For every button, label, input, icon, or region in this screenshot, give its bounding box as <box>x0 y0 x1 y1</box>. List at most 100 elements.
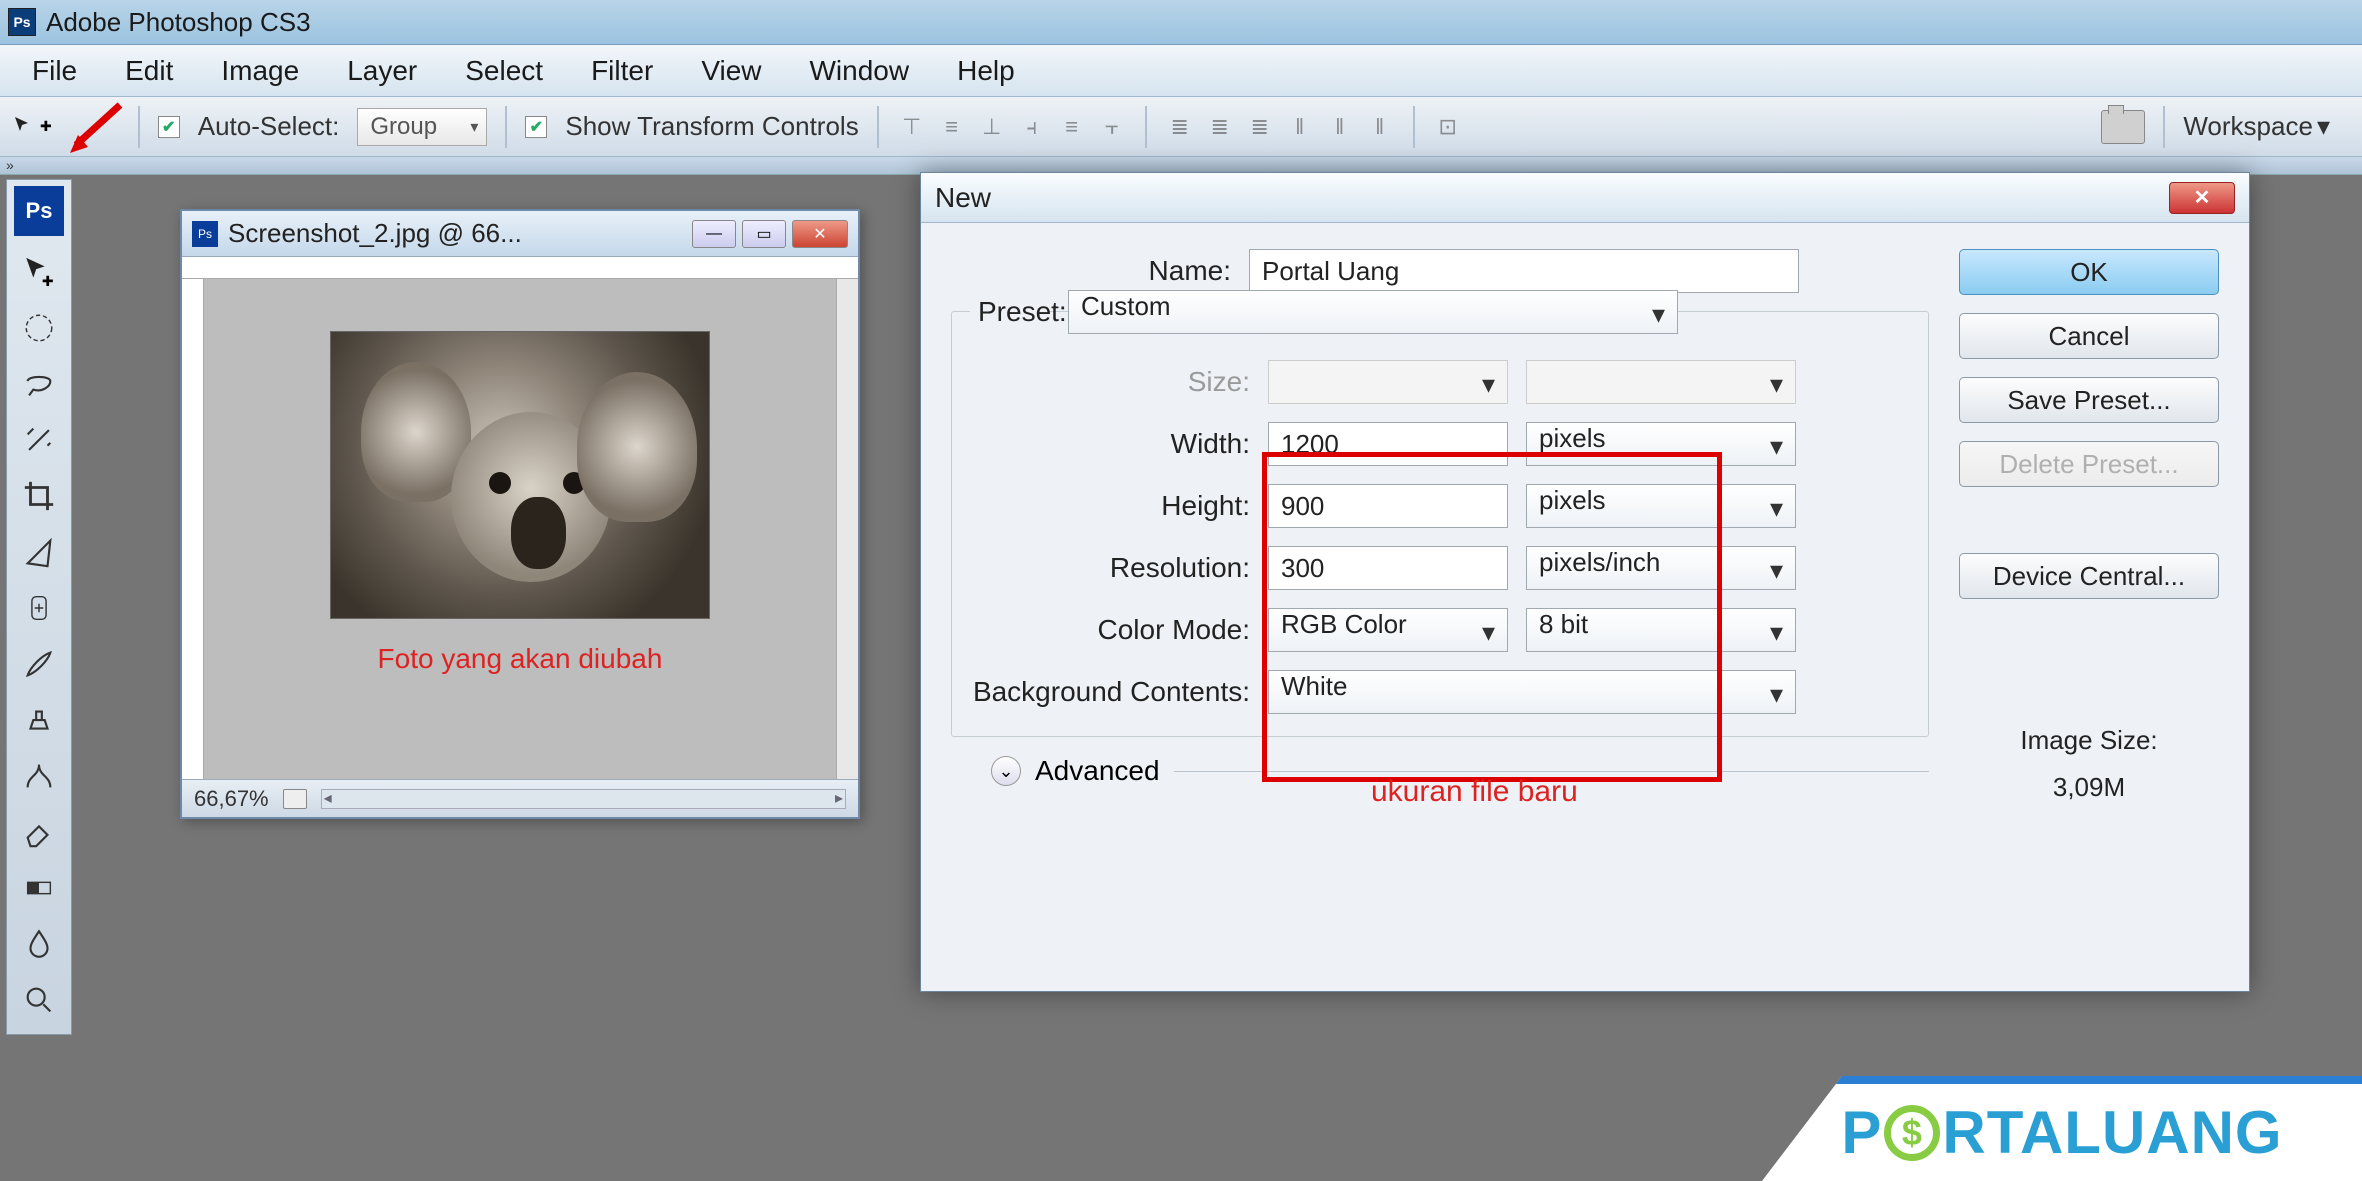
align-vcenter-icon[interactable]: ≡ <box>937 112 967 142</box>
size-label: Size: <box>970 366 1250 398</box>
move-tool-icon[interactable]: ✚ <box>14 247 64 297</box>
auto-select-label: Auto-Select: <box>198 111 340 142</box>
height-unit-select[interactable]: pixels <box>1526 484 1796 528</box>
menu-select[interactable]: Select <box>441 47 567 95</box>
gradient-tool-icon[interactable] <box>14 863 64 913</box>
app-icon: Ps <box>8 8 36 36</box>
size-unit-select <box>1526 360 1796 404</box>
blur-tool-icon[interactable] <box>14 919 64 969</box>
menu-view[interactable]: View <box>677 47 785 95</box>
save-preset-button[interactable]: Save Preset... <box>1959 377 2219 423</box>
separator <box>2163 106 2165 148</box>
watermark-logo: P$RTALUANG <box>1762 1076 2362 1181</box>
options-bar: ✚ ✔ Auto-Select: Group ✔ Show Transform … <box>0 97 2362 157</box>
delete-preset-button: Delete Preset... <box>1959 441 2219 487</box>
close-button[interactable]: ✕ <box>792 220 848 248</box>
chevron-down-icon[interactable]: ⌄ <box>991 756 1021 786</box>
svg-text:✚: ✚ <box>42 274 54 289</box>
align-left-icon[interactable]: ⫞ <box>1017 112 1047 142</box>
dialog-close-button[interactable]: ✕ <box>2169 182 2235 214</box>
distribute-icon[interactable]: ‖ <box>1285 112 1315 142</box>
distribute-icon[interactable]: ≣ <box>1205 112 1235 142</box>
cancel-button[interactable]: Cancel <box>1959 313 2219 359</box>
scrollbar-horizontal[interactable] <box>321 789 846 809</box>
align-bottom-icon[interactable]: ⊥ <box>977 112 1007 142</box>
menu-filter[interactable]: Filter <box>567 47 677 95</box>
distribute-icon[interactable]: ‖ <box>1365 112 1395 142</box>
clone-stamp-tool-icon[interactable] <box>14 695 64 745</box>
width-input[interactable] <box>1268 422 1508 466</box>
preset-select[interactable]: Custom <box>1068 290 1678 334</box>
height-input[interactable] <box>1268 484 1508 528</box>
ruler-vertical <box>182 279 204 779</box>
minimize-button[interactable]: — <box>692 220 736 248</box>
maximize-button[interactable]: ▭ <box>742 220 786 248</box>
name-label: Name: <box>951 255 1231 287</box>
separator <box>505 106 507 148</box>
height-label: Height: <box>970 490 1250 522</box>
align-hcenter-icon[interactable]: ≡ <box>1057 112 1087 142</box>
magic-wand-tool-icon[interactable] <box>14 415 64 465</box>
healing-brush-tool-icon[interactable] <box>14 583 64 633</box>
eraser-tool-icon[interactable] <box>14 807 64 857</box>
arrange-icon[interactable]: ⊡ <box>1433 112 1463 142</box>
app-title: Adobe Photoshop CS3 <box>46 7 311 38</box>
menu-window[interactable]: Window <box>786 47 934 95</box>
color-depth-select[interactable]: 8 bit <box>1526 608 1796 652</box>
history-brush-tool-icon[interactable] <box>14 751 64 801</box>
move-tool-icon[interactable]: ✚ <box>12 115 52 139</box>
color-mode-select[interactable]: RGB Color <box>1268 608 1508 652</box>
workspace-dropdown[interactable]: Workspace ▾ <box>2183 111 2330 142</box>
color-mode-label: Color Mode: <box>970 614 1250 646</box>
resolution-unit-select[interactable]: pixels/inch <box>1526 546 1796 590</box>
align-top-icon[interactable]: ⊤ <box>897 112 927 142</box>
annotation-text: Foto yang akan diubah <box>378 643 663 675</box>
name-input[interactable] <box>1249 249 1799 293</box>
image-size-info: Image Size: 3,09M <box>1959 717 2219 811</box>
separator <box>138 106 140 148</box>
resolution-input[interactable] <box>1268 546 1508 590</box>
dialog-title: New <box>935 182 991 214</box>
menu-edit[interactable]: Edit <box>101 47 197 95</box>
distribute-icons: ≣ ≣ ≣ ‖ ‖ ‖ <box>1165 112 1395 142</box>
toolbox: Ps ✚ <box>6 179 72 1035</box>
dodge-tool-icon[interactable] <box>14 975 64 1025</box>
ok-button[interactable]: OK <box>1959 249 2219 295</box>
divider <box>1174 771 1929 772</box>
menu-layer[interactable]: Layer <box>323 47 441 95</box>
canvas[interactable]: Foto yang akan diubah <box>204 279 836 779</box>
workspace: » Ps ✚ Ps Screenshot_2.jpg @ 66... — ▭ ✕ <box>0 157 2362 1181</box>
document-info-icon[interactable] <box>283 789 307 809</box>
separator <box>1413 106 1415 148</box>
go-to-bridge-icon[interactable] <box>2101 110 2145 144</box>
scrollbar-vertical[interactable] <box>836 279 858 779</box>
device-central-button[interactable]: Device Central... <box>1959 553 2219 599</box>
slice-tool-icon[interactable] <box>14 527 64 577</box>
distribute-icon[interactable]: ≣ <box>1245 112 1275 142</box>
lasso-tool-icon[interactable] <box>14 359 64 409</box>
separator <box>1145 106 1147 148</box>
align-icons: ⊤ ≡ ⊥ ⫞ ≡ ⫟ <box>897 112 1127 142</box>
auto-select-dropdown[interactable]: Group <box>357 108 487 146</box>
new-document-dialog: New ✕ Name: Preset: Custom Size: <box>920 172 2250 992</box>
document-titlebar[interactable]: Ps Screenshot_2.jpg @ 66... — ▭ ✕ <box>182 211 858 257</box>
show-transform-checkbox[interactable]: ✔ <box>525 116 547 138</box>
menu-image[interactable]: Image <box>197 47 323 95</box>
zoom-level[interactable]: 66,67% <box>194 786 269 812</box>
menu-help[interactable]: Help <box>933 47 1039 95</box>
distribute-icon[interactable]: ‖ <box>1325 112 1355 142</box>
align-right-icon[interactable]: ⫟ <box>1097 112 1127 142</box>
marquee-tool-icon[interactable] <box>14 303 64 353</box>
auto-select-checkbox[interactable]: ✔ <box>158 116 180 138</box>
brush-tool-icon[interactable] <box>14 639 64 689</box>
distribute-icon[interactable]: ≣ <box>1165 112 1195 142</box>
background-select[interactable]: White <box>1268 670 1796 714</box>
photoshop-badge: Ps <box>14 186 64 236</box>
dialog-titlebar[interactable]: New ✕ <box>921 173 2249 223</box>
background-label: Background Contents: <box>970 676 1250 708</box>
image-content <box>330 331 710 619</box>
crop-tool-icon[interactable] <box>14 471 64 521</box>
menu-file[interactable]: File <box>8 47 101 95</box>
width-unit-select[interactable]: pixels <box>1526 422 1796 466</box>
expand-icon[interactable]: » <box>6 157 20 171</box>
